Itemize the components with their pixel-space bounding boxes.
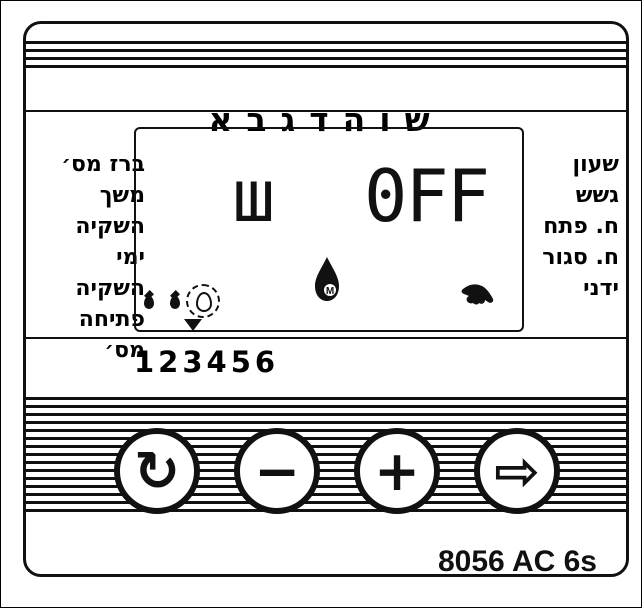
stripe (26, 65, 626, 68)
upper-divider (26, 110, 626, 112)
plus-button[interactable]: + (354, 428, 440, 514)
plus-icon: + (373, 438, 421, 503)
next-button[interactable]: ⇨ (474, 428, 560, 514)
right-label-clock: שעון (572, 152, 619, 177)
display-day-text: ш (232, 154, 279, 238)
stripe (26, 397, 626, 400)
controller-panel: שוהדגבא ברז מס׳ משך השקיה ימי השקיה פתיח… (23, 21, 629, 578)
minus-button[interactable]: − (234, 428, 320, 514)
loop-arrow-icon: ↻ (133, 438, 181, 503)
stripe (26, 41, 626, 44)
sunburst-drop-icon (186, 284, 220, 318)
stripe (26, 49, 626, 52)
right-labels: שעון גשש ח. פתח ח. סגור ידני (524, 149, 619, 304)
right-arrow-icon: ⇨ (493, 438, 541, 503)
stripe (26, 405, 626, 408)
left-labels: ברז מס׳ משך השקיה ימי השקיה פתיחה מס׳ (40, 149, 145, 366)
left-label-irrigation-days: ימי השקיה (75, 245, 145, 301)
model-number: 8056 AC 6s (438, 545, 597, 578)
lcd-display: ш 0FF M (134, 127, 524, 332)
right-label-close-time: ח. סגור (542, 245, 619, 270)
display-status-text: 0FF (364, 154, 490, 238)
middle-divider (26, 337, 626, 339)
hand-pointer-icon (461, 284, 494, 305)
left-label-irrigation-duration: משך השקיה (75, 183, 145, 239)
sunburst-drop-core (196, 292, 212, 312)
right-label-sensor: גשש (575, 183, 619, 208)
valve-numbers: 123456 (134, 345, 280, 379)
manual-drop-icon: M (315, 257, 339, 301)
left-label-opening-number: פתיחה מס׳ (78, 307, 145, 363)
stripe (26, 57, 626, 60)
minus-icon: − (253, 438, 301, 503)
right-label-manual: ידני (583, 276, 619, 301)
cycle-button[interactable]: ↻ (114, 428, 200, 514)
stripe (26, 413, 626, 416)
manual-drop-label: M (326, 286, 334, 297)
stripe (26, 421, 626, 424)
water-drop-icon (144, 296, 154, 309)
right-label-open-time: ח. פתח (543, 214, 619, 239)
water-drop-icon (170, 296, 180, 309)
left-label-valve-number: ברז מס׳ (61, 152, 145, 177)
selected-valve-indicator-icon (184, 319, 202, 331)
page-frame: שוהדגבא ברז מס׳ משך השקיה ימי השקיה פתיח… (0, 0, 642, 608)
